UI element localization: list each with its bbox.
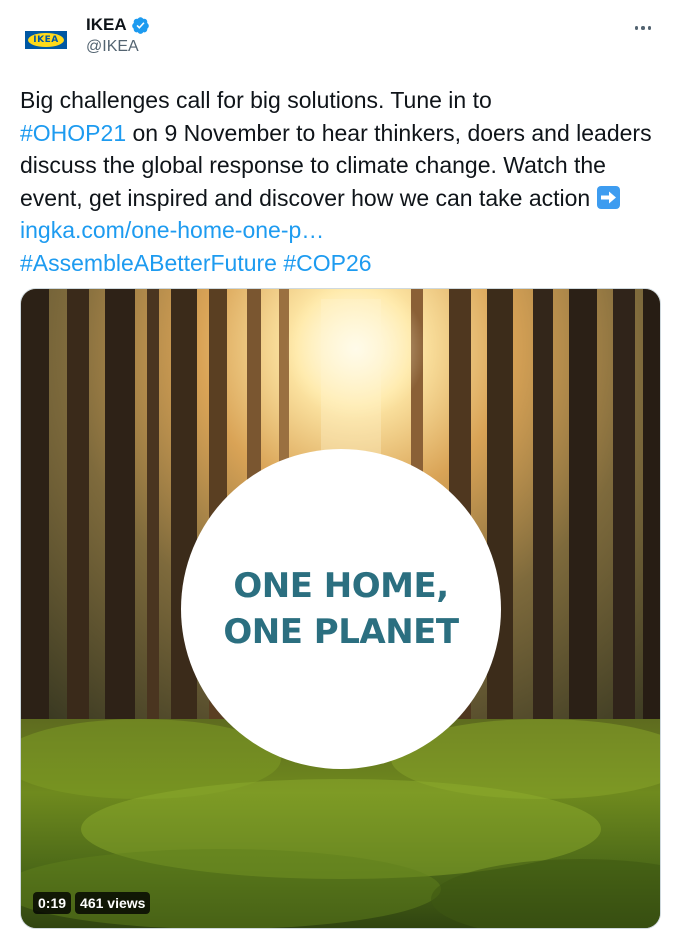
hashtag-ohop21[interactable]: #OHOP21 <box>20 120 126 146</box>
avatar[interactable]: IKEA <box>20 14 72 66</box>
hashtag-assemble-a-better-future[interactable]: #AssembleABetterFuture <box>20 250 277 276</box>
author-handle[interactable]: @IKEA <box>86 38 150 56</box>
badge-line-1: ONE HOME, <box>233 566 449 606</box>
author-info: IKEA @IKEA <box>86 14 150 56</box>
video-duration: 0:19 <box>33 892 72 914</box>
video-player[interactable]: ONE HOME, ONE PLANET 0:19 461 views <box>20 288 661 929</box>
tweet: IKEA IKEA @IKEA Big challenges call for … <box>0 0 680 939</box>
video-meta: 0:19 461 views <box>33 892 151 914</box>
one-home-one-planet-badge: ONE HOME, ONE PLANET <box>181 449 501 769</box>
verified-badge-icon <box>131 16 149 34</box>
badge-line-2: ONE PLANET <box>223 612 459 652</box>
ikea-logo-icon: IKEA <box>25 31 67 49</box>
hashtag-cop26[interactable]: #COP26 <box>283 250 371 276</box>
view-count: 461 views <box>75 892 151 914</box>
tweet-text: Big challenges call for big solutions. T… <box>20 84 660 280</box>
tweet-header: IKEA IKEA @IKEA <box>20 8 660 66</box>
right-arrow-emoji-icon <box>596 185 620 209</box>
tweet-text-line1: Big challenges call for big solutions. T… <box>20 87 492 113</box>
avatar-logo-text: IKEA <box>33 35 59 45</box>
external-link[interactable]: ingka.com/one-home-one-p… <box>20 217 324 243</box>
display-name[interactable]: IKEA <box>86 15 127 35</box>
more-options-icon[interactable] <box>626 16 660 40</box>
